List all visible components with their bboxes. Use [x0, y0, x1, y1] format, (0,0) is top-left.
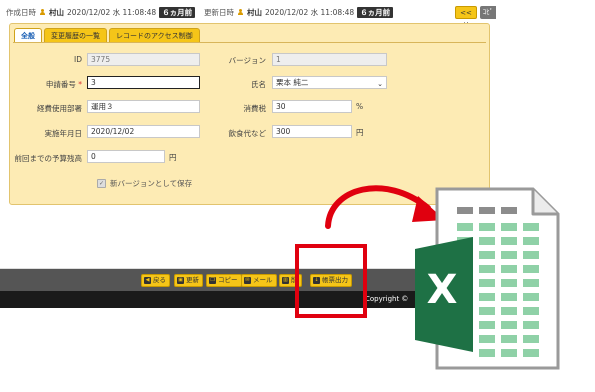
- back-icon: ◀: [144, 277, 151, 284]
- created-label: 作成日時: [6, 7, 36, 17]
- user-icon: [237, 8, 244, 16]
- update-button[interactable]: ▣ 更新: [174, 274, 203, 287]
- updated-meta: 更新日時 村山 2020/12/02 水 11:08:48 ６ヵ月前: [204, 6, 394, 18]
- version-label: バージョン: [228, 56, 266, 65]
- save-new-version-label: 新バージョンとして保存: [110, 179, 193, 188]
- food-input[interactable]: 300: [272, 125, 352, 138]
- dept-label: 経費使用部署: [37, 104, 82, 113]
- trash-icon: ▥: [282, 277, 289, 284]
- date-label: 実施年月日: [44, 129, 83, 138]
- prev-budget-unit: 円: [169, 153, 177, 162]
- record-meta-bar: 作成日時 村山 2020/12/02 水 11:08:48 ６ヵ月前 更新日時 …: [0, 0, 496, 30]
- required-mark: *: [78, 80, 82, 89]
- mail-icon: ✉: [244, 277, 251, 284]
- created-date: 2020/12/02 水 11:08:48: [67, 7, 157, 17]
- updated-ago-badge: ６ヵ月前: [357, 6, 394, 18]
- excel-letter: X: [426, 267, 458, 313]
- prev-record-button[interactable]: << 前: [455, 6, 477, 30]
- updated-user[interactable]: 村山: [247, 7, 262, 18]
- user-icon: [39, 8, 46, 16]
- id-label: ID: [74, 55, 82, 64]
- save-icon: ▣: [177, 277, 184, 284]
- tab-bar: 全般 変更履歴の一覧 レコードのアクセス制御: [14, 28, 200, 43]
- name-select[interactable]: 栗本 純二 ⌄: [272, 76, 387, 89]
- created-meta: 作成日時 村山 2020/12/02 水 11:08:48 ６ヵ月前: [6, 6, 196, 18]
- header-extra-button[interactable]: ｺﾋﾟ: [480, 6, 496, 19]
- version-field: 1: [272, 53, 387, 66]
- created-ago-badge: ６ヵ月前: [159, 6, 196, 18]
- mail-button-label: メール: [253, 276, 273, 284]
- dept-input[interactable]: 運用３: [87, 100, 200, 113]
- tab-access-control[interactable]: レコードのアクセス制御: [109, 28, 200, 43]
- app-no-label-text: 申請番号: [45, 80, 76, 89]
- date-input[interactable]: 2020/12/02: [87, 125, 200, 138]
- name-label: 氏名: [251, 80, 266, 89]
- app-no-label: 申請番号 *: [10, 79, 82, 90]
- id-field: 3775: [87, 53, 200, 66]
- name-select-value: 栗本 純二: [276, 78, 309, 87]
- tab-history[interactable]: 変更履歴の一覧: [44, 28, 107, 43]
- food-unit: 円: [356, 128, 364, 137]
- prev-budget-input[interactable]: 0: [87, 150, 165, 163]
- chevron-down-icon: ⌄: [377, 80, 383, 88]
- export-button-highlight: [295, 244, 367, 318]
- tab-divider: [13, 42, 486, 43]
- tax-label: 消費税: [243, 104, 267, 113]
- back-button-label: 戻る: [153, 276, 166, 284]
- tax-input[interactable]: 30: [272, 100, 352, 113]
- copyright-text: Copyright ©: [365, 295, 409, 303]
- updated-label: 更新日時: [204, 7, 234, 17]
- copy-button[interactable]: ❐ コピー: [206, 274, 242, 287]
- save-new-version-option: ✓ 新バージョンとして保存: [97, 178, 192, 189]
- tax-unit: %: [356, 102, 364, 111]
- app-no-input[interactable]: 3: [87, 76, 200, 89]
- save-new-version-checkbox[interactable]: ✓: [97, 179, 106, 188]
- copy-icon: ❐: [209, 277, 216, 284]
- update-button-label: 更新: [186, 276, 199, 284]
- created-user[interactable]: 村山: [49, 7, 64, 18]
- updated-date: 2020/12/02 水 11:08:48: [265, 7, 355, 17]
- copy-button-label: コピー: [218, 276, 238, 284]
- prev-budget-label: 前回までの予算残高: [14, 154, 83, 163]
- mail-button[interactable]: ✉ メール: [241, 274, 277, 287]
- tab-general[interactable]: 全般: [14, 28, 42, 43]
- food-label: 飲食代など: [228, 129, 267, 138]
- back-button[interactable]: ◀ 戻る: [141, 274, 170, 287]
